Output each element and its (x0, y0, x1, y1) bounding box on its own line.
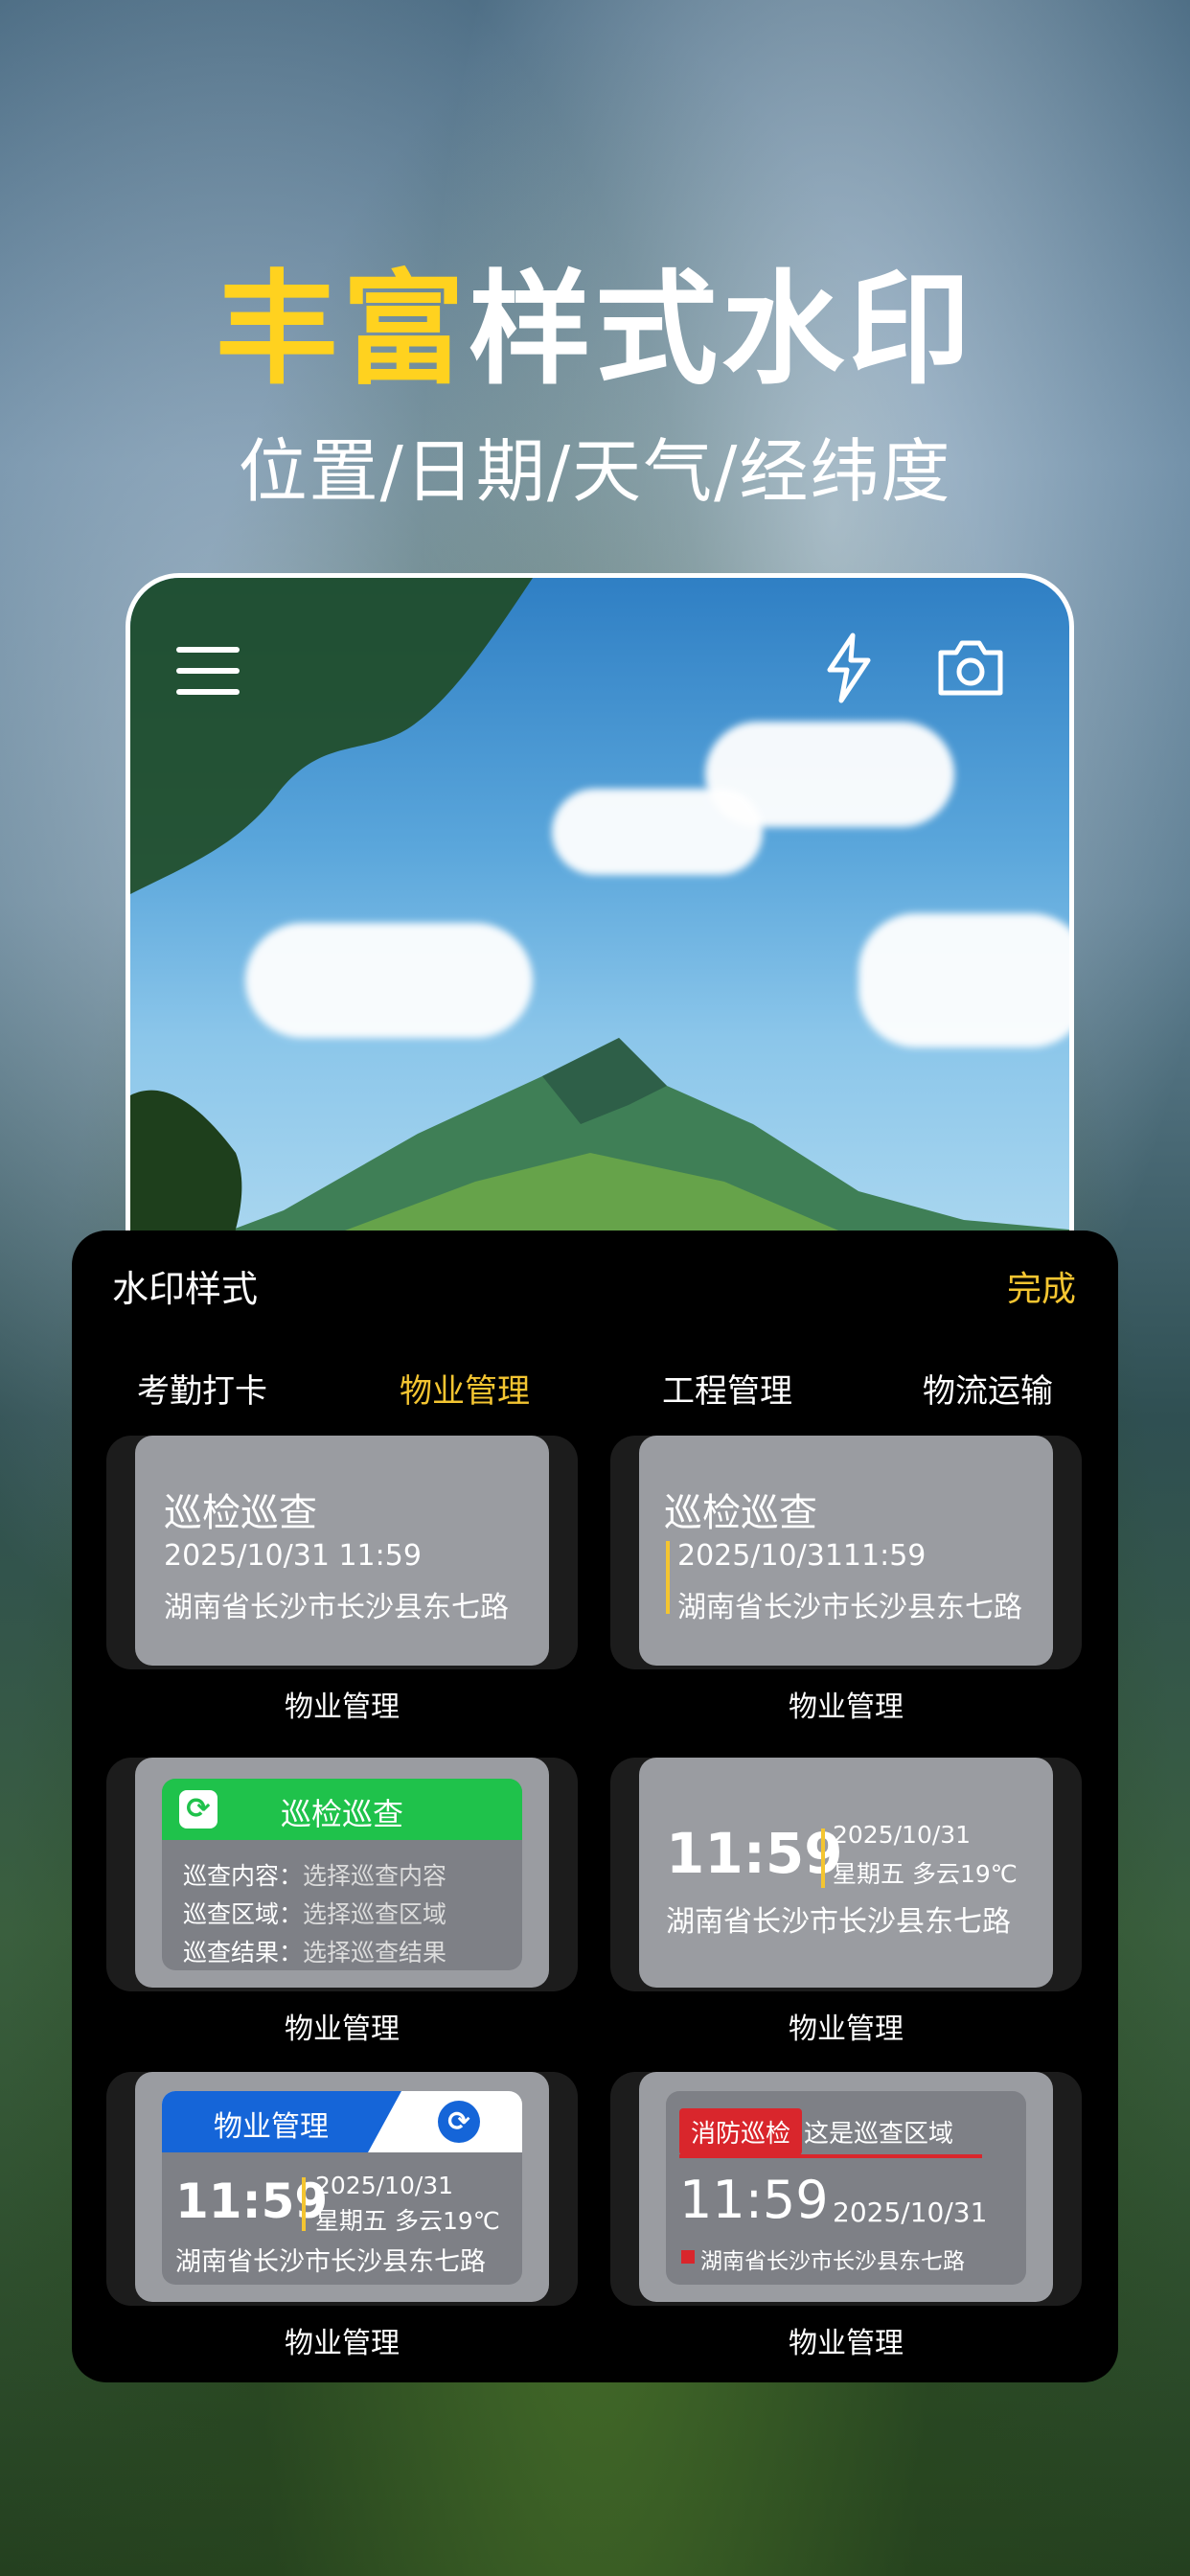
hero-title-highlight: 丰富 (215, 259, 469, 402)
watermark-style-sheet: 水印样式 完成 考勤打卡 物业管理 工程管理 物流运输 巡检巡查 2025/10… (72, 1230, 1118, 2382)
watermark-preview: 物业管理 ⟳ 11:59 2025/10/31 星期五 多云19℃ 湖南省长沙市… (135, 2072, 549, 2302)
watermark-panel: 消防巡检 这是巡查区域 11:59 2025/10/31 湖南省长沙市长沙县东七… (666, 2091, 1026, 2285)
done-button[interactable]: 完成 (1007, 1261, 1076, 1311)
sheet-title: 水印样式 (112, 1268, 259, 1310)
watermark-address: 湖南省长沙市长沙县东七路 (700, 2249, 965, 2274)
watermark-tile-4[interactable]: 11:59 2025/10/31 星期五 多云19℃ 湖南省长沙市长沙县东七路 … (610, 1758, 1082, 2046)
hero-title-rest: 样式水印 (469, 259, 975, 402)
watermark-datetime: 2025/10/3111:59 (677, 1539, 927, 1573)
cloud (552, 789, 763, 875)
watermark-area: 这是巡查区域 (804, 2120, 954, 2149)
watermark-tile-2[interactable]: 巡检巡查 2025/10/3111:59 湖南省长沙市长沙县东七路 物业管理 (610, 1436, 1082, 1724)
tab-logistics[interactable]: 物流运输 (923, 1365, 1053, 1412)
watermark-time: 11:59 (679, 2170, 829, 2230)
watermark-tile-6[interactable]: 消防巡检 这是巡查区域 11:59 2025/10/31 湖南省长沙市长沙县东七… (610, 2072, 1082, 2360)
watermark-panel: ⟳ 巡检巡查 巡查内容：选择巡查内容 巡查区域：选择巡查区域 巡查结果：选择巡查… (162, 1779, 522, 1970)
accent-bar (302, 2177, 306, 2231)
watermark-panel: 物业管理 ⟳ 11:59 2025/10/31 星期五 多云19℃ 湖南省长沙市… (162, 2091, 522, 2285)
watermark-datetime: 2025/10/31 11:59 (164, 1539, 422, 1573)
category-tabs: 考勤打卡 物业管理 工程管理 物流运输 (72, 1365, 1118, 1422)
watermark-header-title: 物业管理 (214, 2110, 329, 2144)
tile-label: 物业管理 (285, 1690, 400, 1724)
divider (679, 2154, 982, 2158)
watermark-preview: 巡检巡查 2025/10/31 11:59 湖南省长沙市长沙县东七路 (135, 1436, 549, 1666)
tab-attendance[interactable]: 考勤打卡 (137, 1365, 267, 1412)
watermark-date: 2025/10/31 (833, 1821, 972, 1849)
info-row: 巡查内容：选择巡查内容 (183, 1857, 446, 1892)
row-key: 巡查区域： (183, 1900, 304, 1928)
row-value: 选择巡查区域 (303, 1900, 447, 1928)
watermark-header: 物业管理 ⟳ (162, 2091, 522, 2152)
watermark-title: 巡检巡查 (164, 1491, 317, 1535)
menu-icon[interactable] (176, 647, 240, 701)
flash-icon[interactable] (820, 632, 878, 704)
watermark-address: 湖南省长沙市长沙县东七路 (666, 1905, 1011, 1939)
accent-bar (666, 1541, 670, 1614)
watermark-weather: 星期五 多云19℃ (315, 2207, 500, 2235)
row-value: 选择巡查内容 (303, 1862, 447, 1890)
camera-icon[interactable] (935, 635, 1006, 699)
watermark-address: 湖南省长沙市长沙县东七路 (164, 1591, 509, 1624)
watermark-address: 湖南省长沙市长沙县东七路 (677, 1591, 1022, 1624)
tile-label: 物业管理 (789, 2327, 904, 2360)
watermark-tile-1[interactable]: 巡检巡查 2025/10/31 11:59 湖南省长沙市长沙县东七路 物业管理 (106, 1436, 578, 1724)
row-value: 选择巡查结果 (303, 1939, 447, 1966)
watermark-header-title: 巡检巡查 (280, 1796, 403, 1832)
location-marker-icon (681, 2250, 695, 2264)
watermark-date: 2025/10/31 (833, 2196, 988, 2228)
watermark-date: 2025/10/31 (315, 2172, 454, 2199)
info-row: 巡查结果：选择巡查结果 (183, 1934, 446, 1968)
watermark-tile-5[interactable]: 物业管理 ⟳ 11:59 2025/10/31 星期五 多云19℃ 湖南省长沙市… (106, 2072, 578, 2360)
app-logo-icon: ⟳ (438, 2101, 480, 2143)
hero-header: 丰富样式水印 位置/日期/天气/经纬度 (0, 230, 1190, 516)
tile-label: 物业管理 (285, 2327, 400, 2360)
watermark-preview: 消防巡检 这是巡查区域 11:59 2025/10/31 湖南省长沙市长沙县东七… (639, 2072, 1053, 2302)
hero-subtitle: 位置/日期/天气/经纬度 (238, 431, 952, 512)
info-row: 巡查区域：选择巡查区域 (183, 1896, 446, 1930)
watermark-title: 巡检巡查 (664, 1491, 817, 1535)
row-key: 巡查内容： (183, 1862, 304, 1890)
tile-label: 物业管理 (285, 2012, 400, 2046)
watermark-preview: 巡检巡查 2025/10/3111:59 湖南省长沙市长沙县东七路 (639, 1436, 1053, 1666)
watermark-address: 湖南省长沙市长沙县东七路 (175, 2247, 486, 2277)
tile-label: 物业管理 (789, 2012, 904, 2046)
row-key: 巡查结果： (183, 1939, 304, 1966)
tab-property[interactable]: 物业管理 (400, 1365, 530, 1412)
tile-label: 物业管理 (789, 1690, 904, 1724)
accent-bar (821, 1828, 825, 1888)
watermark-header: ⟳ 巡检巡查 (162, 1779, 522, 1840)
watermark-preview: ⟳ 巡检巡查 巡查内容：选择巡查内容 巡查区域：选择巡查区域 巡查结果：选择巡查… (135, 1758, 549, 1988)
watermark-tag: 消防巡检 (679, 2108, 803, 2155)
watermark-tile-3[interactable]: ⟳ 巡检巡查 巡查内容：选择巡查内容 巡查区域：选择巡查区域 巡查结果：选择巡查… (106, 1758, 578, 2046)
watermark-time: 11:59 (666, 1821, 843, 1886)
watermark-preview: 11:59 2025/10/31 星期五 多云19℃ 湖南省长沙市长沙县东七路 (639, 1758, 1053, 1988)
hero-title: 丰富样式水印 (0, 230, 1190, 407)
watermark-weather: 星期五 多云19℃ (833, 1860, 1018, 1888)
tab-engineering[interactable]: 工程管理 (662, 1365, 792, 1412)
